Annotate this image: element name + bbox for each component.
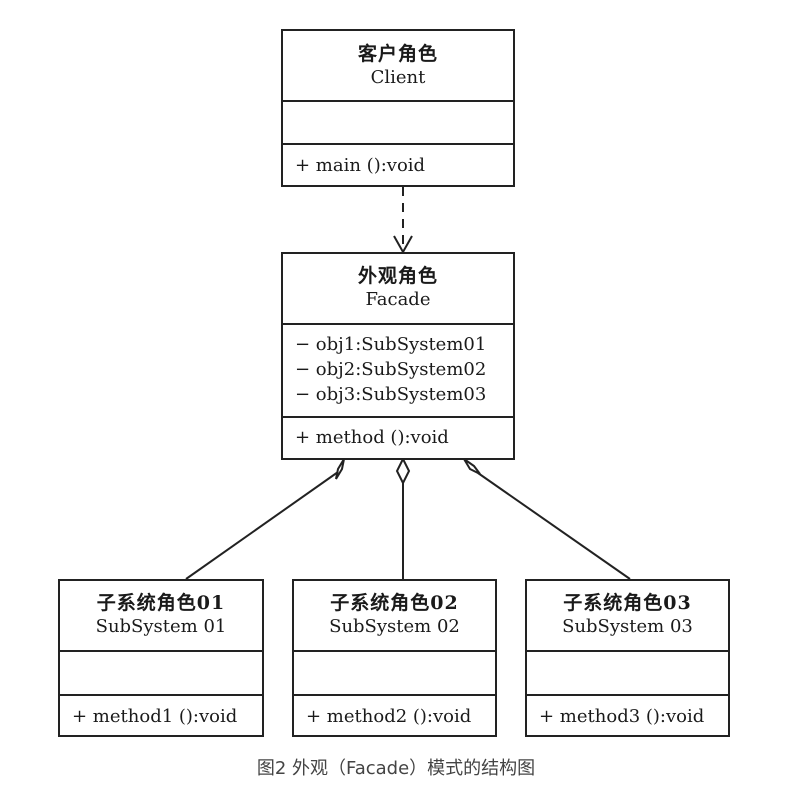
subsystem01-cn-name: 子系统角色01 xyxy=(96,592,226,614)
uml-diagram: 客户角色 Client + main ():void 外观角色 Facade −… xyxy=(0,0,792,808)
subsystem03-cn-name: 子系统角色03 xyxy=(563,592,692,614)
subsystem02-class-box: 子系统角色02 SubSystem 02 + method2 ():void xyxy=(292,579,497,737)
facade-cn-name: 外观角色 xyxy=(357,265,438,287)
subsystem01-attributes-section xyxy=(60,650,262,694)
subsystem01-en-name: SubSystem 01 xyxy=(95,616,227,637)
subsystem02-method: + method2 ():void xyxy=(306,706,472,727)
client-attributes-section xyxy=(283,100,513,143)
client-cn-name: 客户角色 xyxy=(357,43,438,65)
aggregation-line-3 xyxy=(477,472,631,580)
subsystem03-class-box: 子系统角色03 SubSystem 03 + method3 ():void xyxy=(525,579,730,737)
subsystem01-class-box: 子系统角色01 SubSystem 01 + method1 ():void xyxy=(58,579,264,737)
subsystem02-methods-section: + method2 ():void xyxy=(294,694,495,735)
subsystem01-method: + method1 ():void xyxy=(72,706,238,727)
subsystem01-class-header: 子系统角色01 SubSystem 01 xyxy=(60,581,262,650)
facade-attributes-section: − obj1:SubSystem01 − obj2:SubSystem02 − … xyxy=(283,323,513,416)
facade-class-header: 外观角色 Facade xyxy=(283,254,513,323)
facade-class-box: 外观角色 Facade − obj1:SubSystem01 − obj2:Su… xyxy=(281,252,515,460)
subsystem03-method: + method3 ():void xyxy=(539,706,705,727)
client-method: + main ():void xyxy=(295,155,426,176)
facade-method: + method ():void xyxy=(295,427,449,448)
figure-caption: 图2 外观（Facade）模式的结构图 xyxy=(256,758,536,779)
subsystem01-methods-section: + method1 ():void xyxy=(60,694,262,735)
subsystem02-class-header: 子系统角色02 SubSystem 02 xyxy=(294,581,495,650)
subsystem02-cn-name: 子系统角色02 xyxy=(330,592,459,614)
client-en-name: Client xyxy=(370,67,426,88)
facade-attribute: − obj2:SubSystem02 xyxy=(295,359,487,380)
facade-en-name: Facade xyxy=(365,289,431,310)
subsystem03-class-header: 子系统角色03 SubSystem 03 xyxy=(527,581,728,650)
aggregation-diamond-2 xyxy=(395,456,411,486)
subsystem03-en-name: SubSystem 03 xyxy=(562,616,693,637)
aggregation-diamond-3 xyxy=(463,458,481,475)
facade-methods-section: + method ():void xyxy=(283,416,513,458)
subsystem03-attributes-section xyxy=(527,650,728,694)
client-class-box: 客户角色 Client + main ():void xyxy=(281,29,515,187)
facade-attribute: − obj1:SubSystem01 xyxy=(295,334,487,355)
subsystem03-methods-section: + method3 ():void xyxy=(527,694,728,735)
client-class-header: 客户角色 Client xyxy=(283,31,513,100)
subsystem02-en-name: SubSystem 02 xyxy=(329,616,460,637)
aggregation-diamond-1 xyxy=(335,458,345,480)
aggregation-line-1 xyxy=(185,471,339,580)
client-methods-section: + main ():void xyxy=(283,143,513,185)
facade-attribute: − obj3:SubSystem03 xyxy=(295,384,487,405)
subsystem02-attributes-section xyxy=(294,650,495,694)
